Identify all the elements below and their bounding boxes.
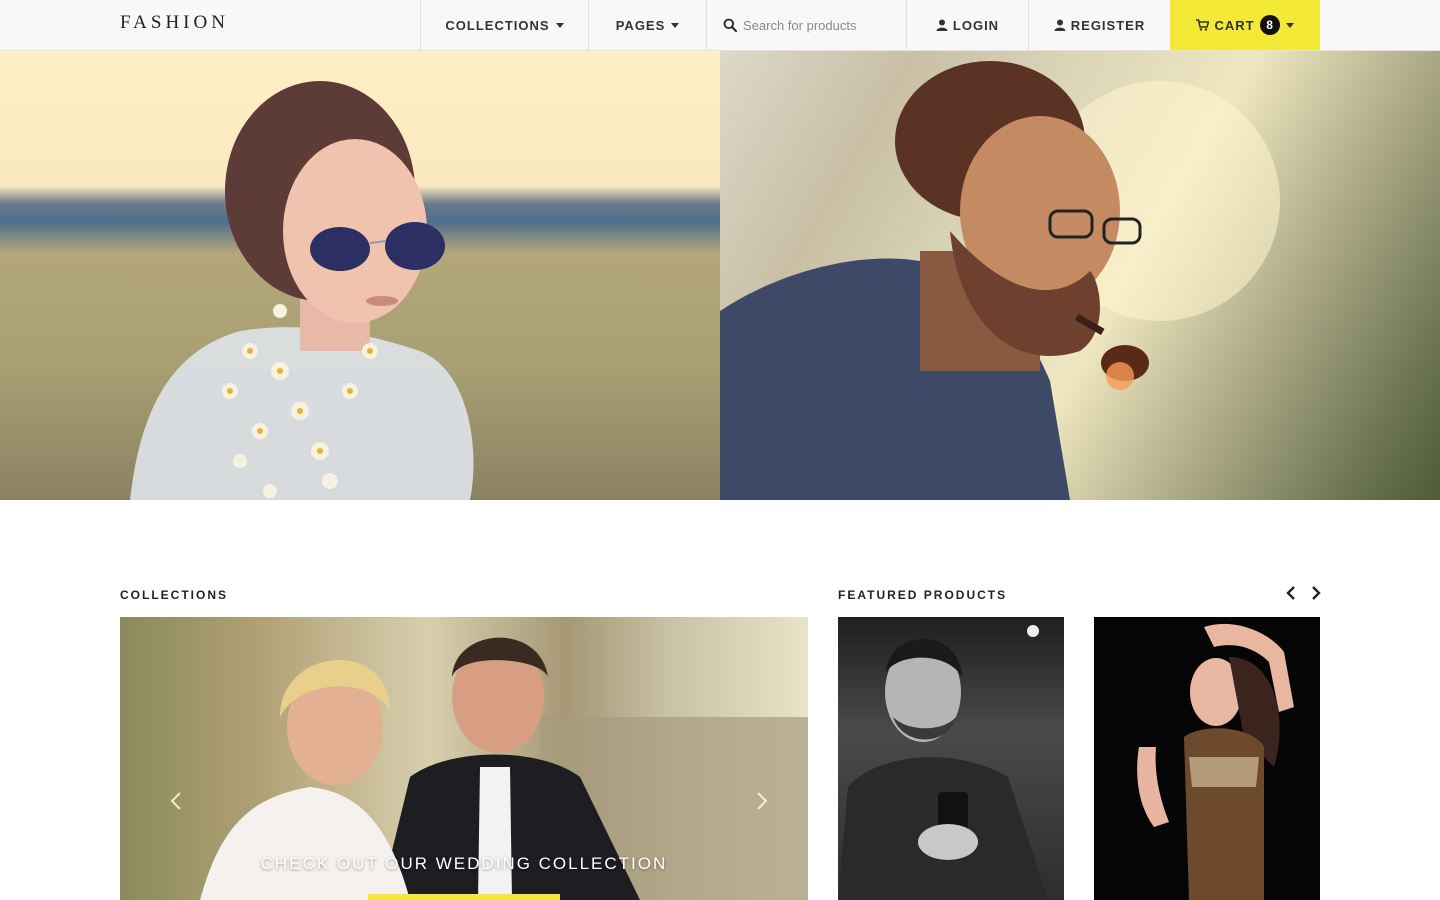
product-image-woman-dancer (1137, 623, 1294, 900)
login-label: LOGIN (952, 17, 1000, 33)
nav-collections-label: COLLECTIONS (445, 17, 550, 33)
chevron-right-icon (1312, 586, 1321, 600)
featured-prev-button[interactable] (1281, 583, 1301, 603)
featured-product-card[interactable] (838, 617, 1064, 900)
featured-products-heading: FEATURED PRODUCTS (838, 588, 1008, 602)
collections-heading: COLLECTIONS (120, 588, 228, 602)
nav-collections-dropdown[interactable]: COLLECTIONS (420, 0, 588, 50)
register-label: REGISTER (1070, 17, 1146, 33)
caret-down-icon (671, 22, 680, 28)
cart-count-badge: 8 (1259, 15, 1280, 35)
product-image-man-bw (838, 625, 1048, 900)
search-icon[interactable] (723, 18, 737, 32)
chevron-left-icon (1286, 586, 1295, 600)
hero-banner (0, 51, 1440, 500)
user-icon (1054, 19, 1066, 31)
featured-next-button[interactable] (1306, 583, 1326, 603)
wedding-collection-carousel[interactable]: CHECK OUT OUR WEDDING COLLECTION (120, 617, 808, 900)
featured-product-card[interactable] (1094, 617, 1320, 900)
caret-down-icon (1285, 22, 1294, 28)
carousel-next-button[interactable] (750, 789, 774, 813)
register-link[interactable]: REGISTER (1028, 0, 1170, 50)
chevron-right-icon (757, 792, 768, 810)
user-icon (936, 19, 948, 31)
cart-dropdown[interactable]: CART 8 (1170, 0, 1320, 50)
hero-image-man-with-pipe[interactable] (720, 51, 1440, 500)
carousel-prev-button[interactable] (164, 789, 188, 813)
hero-image-woman-with-flowers[interactable] (0, 51, 720, 500)
cart-label: CART (1214, 17, 1255, 33)
top-navbar: FASHION COLLECTIONS PAGES LOGIN REGISTER (0, 0, 1440, 51)
cart-icon (1196, 19, 1210, 31)
nav-pages-label: PAGES (615, 17, 666, 33)
carousel-caption: CHECK OUT OUR WEDDING COLLECTION (260, 854, 668, 873)
search-input[interactable] (743, 17, 893, 33)
login-link[interactable]: LOGIN (906, 0, 1028, 50)
carousel-cta-button[interactable] (368, 894, 560, 900)
nav-pages-dropdown[interactable]: PAGES (588, 0, 706, 50)
nav-search (706, 0, 906, 50)
caret-down-icon (555, 22, 564, 28)
chevron-left-icon (170, 792, 181, 810)
hero-woman-illustration (130, 81, 474, 500)
brand-logo[interactable]: FASHION (120, 12, 229, 34)
hero-man-illustration (720, 61, 1280, 500)
